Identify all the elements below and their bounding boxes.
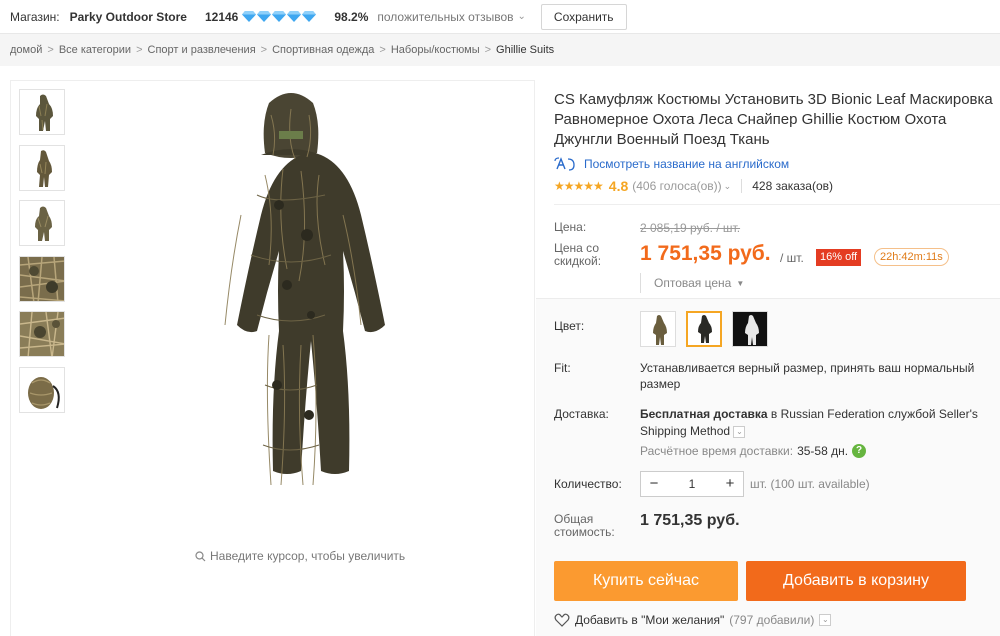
orders-count: 428 заказа(ов) <box>752 179 834 193</box>
fit-label: Fit: <box>554 361 571 375</box>
rating-stars-icon: ★★★★★ <box>554 179 604 193</box>
delivery-time: Расчётное время доставки: 35-58 дн. ? <box>640 444 867 458</box>
breadcrumb-separator: > <box>379 44 386 56</box>
total-label: Общая стоимость: <box>554 512 615 539</box>
translate-title-text[interactable]: Посмотреть название на английском <box>584 157 789 171</box>
breadcrumb-current[interactable]: Ghillie Suits <box>496 44 554 56</box>
magnifier-icon <box>195 550 206 561</box>
product-title: CS Камуфляж Костюмы Установить 3D Bionic… <box>554 90 1000 150</box>
votes-count[interactable]: (406 голоса(ов)) <box>632 179 721 193</box>
shipping-label: Доставка: <box>554 407 609 421</box>
plus-button[interactable]: + <box>717 472 743 496</box>
store-name-link[interactable]: Parky Outdoor Store <box>70 10 187 24</box>
breadcrumb-all-categories[interactable]: Все категории <box>59 44 131 56</box>
shipping-method: Бесплатная доставка в Russian Federation… <box>640 406 1000 440</box>
buy-now-button[interactable]: Купить сейчас <box>554 561 738 601</box>
wholesale-price-dropdown[interactable]: Оптовая цена ▼ <box>640 273 744 293</box>
caret-down-icon[interactable]: ▼ <box>736 279 744 288</box>
translate-title-link[interactable]: Посмотреть название на английском <box>554 157 789 171</box>
total-price: 1 751,35 руб. <box>640 512 740 529</box>
diamond-icon <box>287 11 302 22</box>
product-main-image[interactable] <box>161 85 421 535</box>
discount-badge: 16% off <box>816 249 862 266</box>
wishlist-count: (797 добавили) <box>729 613 815 627</box>
divider <box>554 204 1000 205</box>
diamond-icon <box>242 11 257 22</box>
quantity-input[interactable]: 1 <box>667 477 717 491</box>
product-title-line: Равномерное Охота Леса Снайпер Ghillie К… <box>554 111 947 128</box>
color-swatch-woodland[interactable] <box>640 311 676 347</box>
options-panel: Цвет: Fit: Устанавливается верный размер… <box>536 298 1000 636</box>
thumbnail-carry-bag[interactable] <box>19 367 65 413</box>
thumbnail-leaf-closeup[interactable] <box>19 256 65 302</box>
breadcrumb-sport[interactable]: Спорт и развлечения <box>148 44 256 56</box>
color-label: Цвет: <box>554 319 585 333</box>
product-info: CS Камуфляж Костюмы Установить 3D Bionic… <box>536 80 1000 636</box>
quantity-stepper: − 1 + <box>640 471 744 497</box>
translate-icon <box>554 157 575 171</box>
color-swatch-white[interactable] <box>732 311 768 347</box>
breadcrumb-sets[interactable]: Наборы/костюмы <box>391 44 480 56</box>
chevron-down-icon[interactable]: ⌄ <box>518 11 526 22</box>
chevron-down-icon[interactable]: ⌄ <box>724 181 732 192</box>
delivery-time-label: Расчётное время доставки: <box>640 444 794 458</box>
breadcrumb-sportswear[interactable]: Спортивная одежда <box>272 44 374 56</box>
positive-feedback-percent: 98.2% <box>334 9 369 24</box>
wholesale-price-label[interactable]: Оптовая цена <box>654 276 731 290</box>
minus-button[interactable]: − <box>641 472 667 496</box>
heart-plus-icon[interactable] <box>554 613 570 627</box>
save-store-button[interactable]: Сохранить <box>540 3 627 30</box>
countdown-timer: 22h:42m:11s <box>874 248 949 266</box>
price-unit: / шт. <box>780 251 804 265</box>
delivery-days: 35-58 дн. <box>797 444 849 458</box>
quantity-available: шт. (100 шт. available) <box>750 477 870 491</box>
thumbnail-ghillie-front[interactable] <box>19 89 65 135</box>
color-swatch-dark[interactable] <box>686 311 722 347</box>
thumbnail-ghillie-back[interactable] <box>19 200 65 246</box>
diamond-icon <box>272 11 287 22</box>
store-label: Магазин: <box>10 9 60 24</box>
breadcrumb-separator: > <box>136 44 143 56</box>
product-title-line: CS Камуфляж Костюмы Установить 3D Bionic… <box>554 91 993 108</box>
shipping-free: Бесплатная доставка <box>640 407 768 421</box>
help-icon[interactable]: ? <box>852 444 867 458</box>
discount-price-label: Цена со скидкой: <box>554 241 602 268</box>
thumbnail-leaf-detail[interactable] <box>19 311 65 357</box>
thumbnail-ghillie-side[interactable] <box>19 145 65 191</box>
shipping-dropdown-icon[interactable]: ⌄ <box>733 425 746 438</box>
breadcrumb: домой > Все категории > Спорт и развлечени… <box>0 34 1000 66</box>
original-price: 2 085,19 руб. / шт. <box>640 221 741 235</box>
zoom-hint: Наведите курсор, чтобы увеличить <box>195 549 405 563</box>
wishlist-dropdown-icon[interactable]: ⌄ <box>819 614 832 626</box>
divider <box>741 179 743 193</box>
add-to-cart-button[interactable]: Добавить в корзину <box>746 561 966 601</box>
diamond-icon <box>257 11 272 22</box>
wishlist-row[interactable]: Добавить в "Мои желания" (797 добавили) … <box>554 613 832 627</box>
breadcrumb-separator: > <box>260 44 268 56</box>
rating-score: 4.8 <box>608 178 629 194</box>
breadcrumb-home[interactable]: домой <box>10 44 42 56</box>
price-label: Цена: <box>554 220 587 234</box>
breadcrumb-separator: > <box>47 44 54 56</box>
store-bar: Магазин: Parky Outdoor Store 12146 98.2%… <box>0 0 1000 34</box>
positive-feedback-label[interactable]: положительных отзывов <box>377 10 513 24</box>
zoom-hint-text: Наведите курсор, чтобы увеличить <box>210 549 406 563</box>
rating-row: ★★★★★ 4.8 (406 голоса(ов)) ⌄ 428 заказа(… <box>554 178 833 194</box>
product-gallery: Наведите курсор, чтобы увеличить <box>10 80 535 636</box>
product-title-line: Джунгли Военный Поезд Ткань <box>554 131 770 148</box>
quantity-label: Количество: <box>554 477 622 491</box>
feedback-count: 12146 <box>204 9 239 24</box>
diamond-icon <box>302 11 317 22</box>
seller-rank-diamonds <box>242 11 317 22</box>
discount-price: 1 751,35 руб. <box>640 242 771 265</box>
breadcrumb-separator: > <box>484 44 492 56</box>
fit-text: Устанавливается верный размер, принять в… <box>640 361 975 391</box>
wishlist-label[interactable]: Добавить в "Мои желания" <box>575 613 724 627</box>
